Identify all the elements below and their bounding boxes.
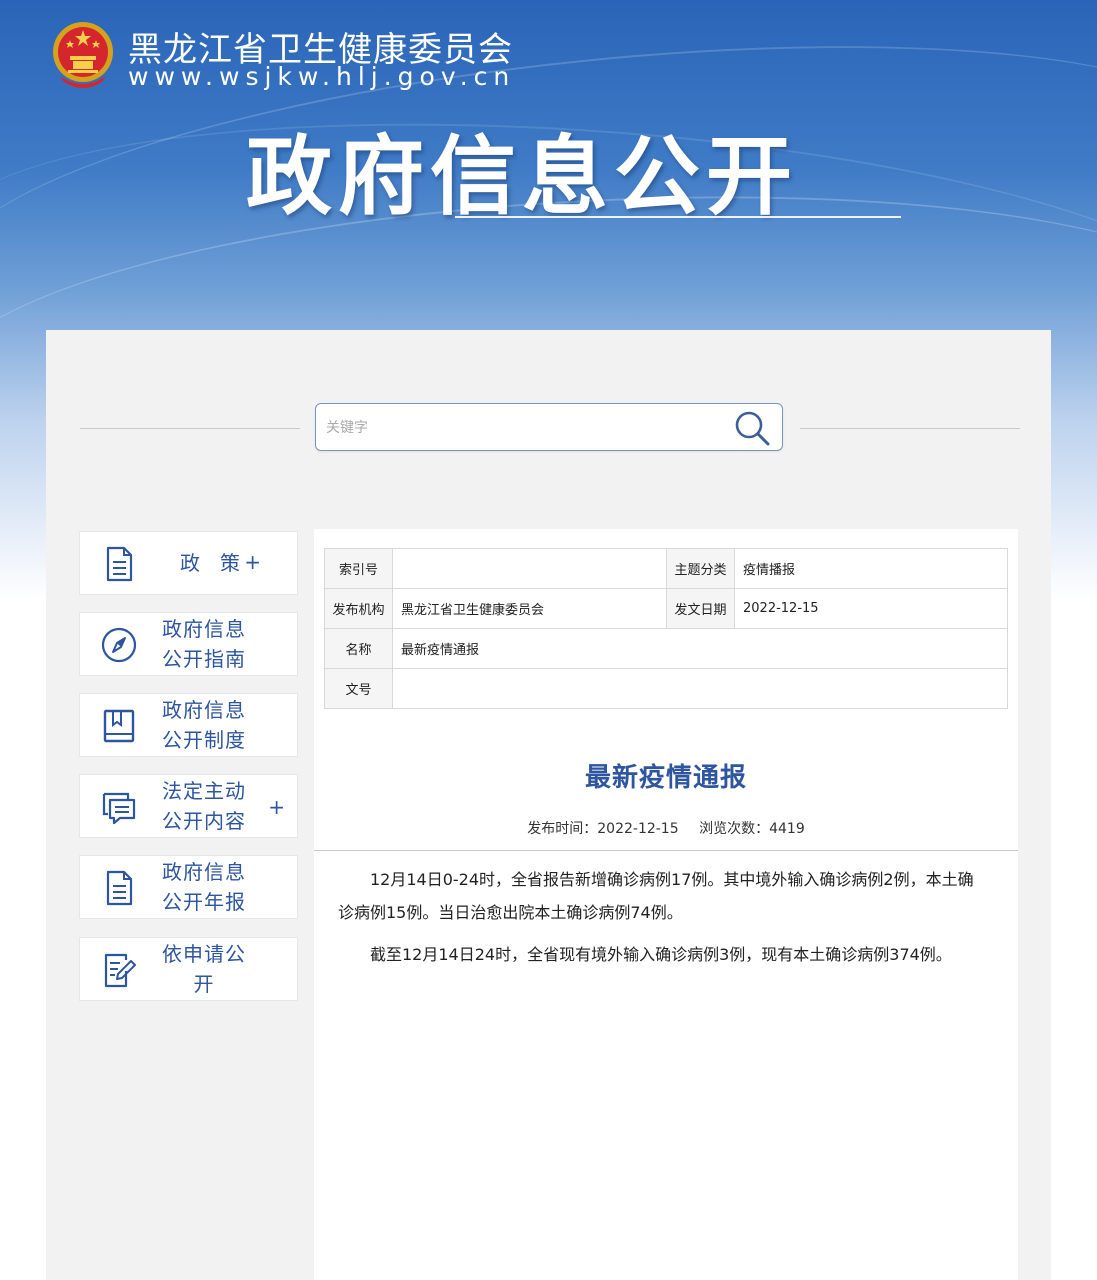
sidebar-item-label: 依申请公开	[162, 942, 246, 996]
table-row: 发布机构 黑龙江省卫生健康委员会 发文日期 2022-12-15	[324, 588, 1008, 629]
banner-underline	[455, 216, 901, 218]
sidebar-item-policy[interactable]: 政策 +	[79, 531, 298, 595]
topic-label: 主题分类	[666, 548, 735, 589]
search-icon[interactable]	[732, 408, 772, 448]
edit-doc-icon	[104, 953, 136, 988]
name-label: 名称	[324, 628, 393, 669]
article-title: 最新疫情通报	[584, 763, 747, 793]
date-value: 2022-12-15	[734, 588, 1008, 629]
sidebar-item-on-request[interactable]: 依申请公开	[79, 937, 298, 1001]
table-row: 文号	[324, 668, 1008, 709]
article-meta: 发布时间：2022-12-15 浏览次数：4419	[314, 818, 1018, 838]
publisher-value: 黑龙江省卫生健康委员会	[392, 588, 667, 629]
article-content: 索引号 主题分类 疫情播报 发布机构 黑龙江省卫生健康委员会 发文日期 2022…	[314, 529, 1018, 1280]
expand-plus-icon[interactable]: +	[244, 550, 261, 574]
sidebar-item-label: 政府信息公开制度	[162, 698, 246, 752]
table-row: 名称 最新疫情通报	[324, 628, 1008, 669]
index-no-label: 索引号	[324, 548, 393, 589]
table-row: 索引号 主题分类 疫情播报	[324, 548, 1008, 589]
search-box	[315, 403, 783, 451]
index-no-value	[392, 548, 667, 589]
article-paragraph: 12月14日0-24时，全省报告新增确诊病例17例。其中境外输入确诊病例2例，本…	[338, 870, 974, 922]
name-value: 最新疫情通报	[392, 628, 1008, 669]
sidebar-item-annual-report[interactable]: 政府信息公开年报	[79, 855, 298, 919]
article-paragraph: 截至12月14日24时，全省现有境外输入确诊病例3例，现有本土确诊病例374例。	[370, 945, 952, 964]
sidebar-item-system[interactable]: 政府信息公开制度	[79, 693, 298, 757]
sidebar-item-label: 政府信息公开年报	[162, 860, 246, 914]
date-label: 发文日期	[666, 588, 735, 629]
metadata-table: 索引号 主题分类 疫情播报 发布机构 黑龙江省卫生健康委员会 发文日期 2022…	[324, 548, 1008, 709]
national-emblem-icon	[53, 22, 113, 88]
search-divider-right	[800, 428, 1020, 429]
doc-no-label: 文号	[324, 668, 393, 709]
search-input[interactable]	[324, 414, 728, 442]
sidebar-item-proactive[interactable]: 法定主动公开内容 +	[79, 774, 298, 838]
sidebar-item-label: 政府信息公开指南	[162, 617, 246, 671]
book-icon	[103, 709, 135, 743]
expand-plus-icon[interactable]: +	[268, 795, 285, 819]
publisher-label: 发布机构	[324, 588, 393, 629]
site-url[interactable]: www.wsjkw.hlj.gov.cn	[128, 62, 515, 91]
banner-title: 政府信息公开	[246, 127, 798, 227]
divider	[314, 850, 1018, 851]
topic-value: 疫情播报	[734, 548, 1008, 589]
document-icon	[106, 546, 133, 582]
publish-time: 发布时间：2022-12-15	[527, 821, 679, 837]
search-divider-left	[80, 428, 300, 429]
article-body: 12月14日0-24时，全省报告新增确诊病例17例。其中境外输入确诊病例2例，本…	[338, 863, 978, 980]
chat-icon	[102, 792, 136, 825]
sidebar-item-label: 法定主动公开内容	[162, 779, 246, 833]
report-icon	[106, 870, 133, 906]
view-count: 浏览次数：4419	[699, 821, 805, 837]
compass-icon	[101, 627, 137, 663]
sidebar-item-guide[interactable]: 政府信息公开指南	[79, 612, 298, 676]
doc-no-value	[392, 668, 1008, 709]
